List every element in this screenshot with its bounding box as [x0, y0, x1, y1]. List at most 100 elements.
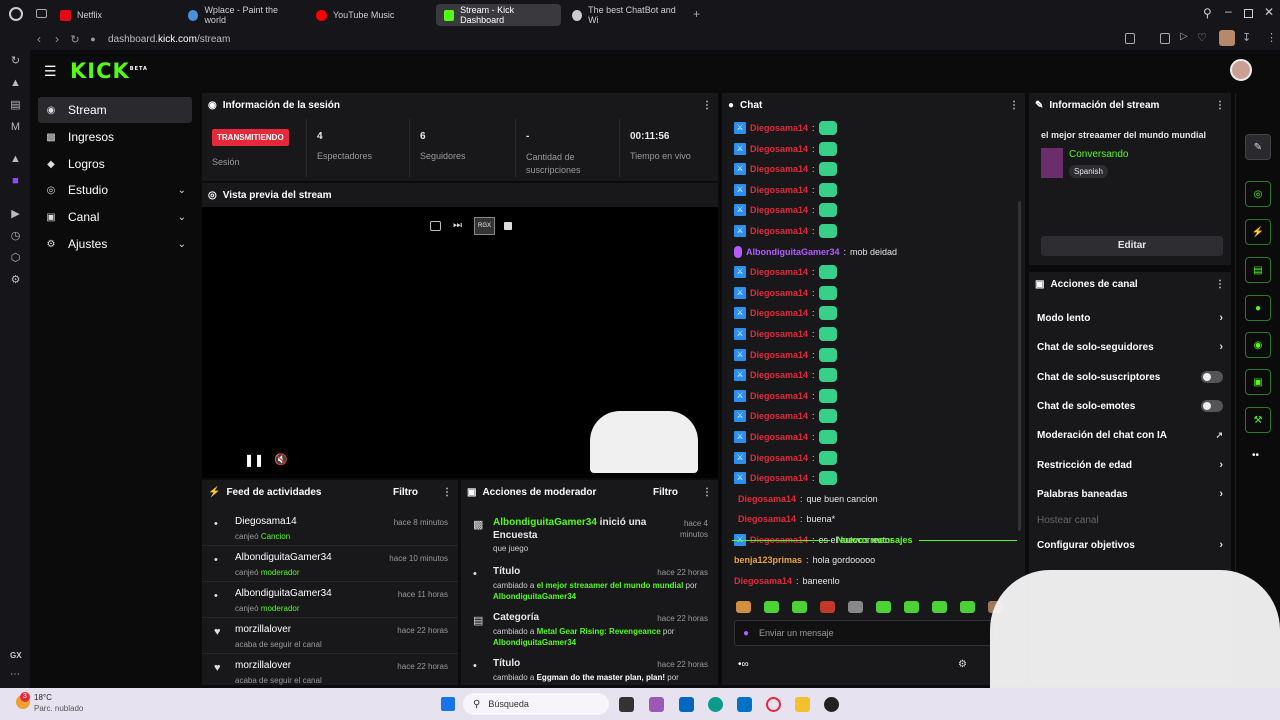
user-avatar[interactable] [1230, 59, 1252, 81]
chat-tool-button[interactable]: ● [1245, 295, 1271, 321]
tab-chatbot[interactable]: The best ChatBot and Wi [564, 4, 689, 26]
chat-username[interactable]: Diegosama14 [750, 226, 808, 236]
edit-layout-button[interactable]: ✎ [1245, 134, 1271, 160]
more-options-icon[interactable]: ⋮ [1215, 100, 1225, 111]
reload-button[interactable]: ↻ [66, 33, 84, 46]
banned-words-row[interactable]: Palabras baneadas › [1029, 480, 1231, 508]
emote-icon[interactable] [876, 601, 891, 613]
more-options-icon[interactable]: ⋮ [702, 100, 712, 111]
downloads-icon[interactable]: ↧ [1242, 31, 1251, 44]
slow-mode-row[interactable]: Modo lento › [1029, 304, 1231, 332]
aria-icon[interactable]: ▲ [9, 77, 22, 90]
emote-icon[interactable] [904, 601, 919, 613]
emote-icon[interactable] [848, 601, 863, 613]
notes-tool-button[interactable]: ▤ [1245, 257, 1271, 283]
nav-logros[interactable]: ◆ Logros [38, 151, 192, 177]
history-icon[interactable]: ↻ [9, 55, 22, 68]
edit-button[interactable]: Editar [1041, 236, 1223, 256]
settings-icon[interactable]: ⚙ [9, 274, 22, 287]
nav-canal[interactable]: ▣ Canal ⌄ [38, 204, 192, 230]
chat-username[interactable]: Diegosama14 [750, 267, 808, 277]
chat-username[interactable]: Diegosama14 [738, 494, 796, 504]
extensions-icon[interactable] [1125, 33, 1135, 44]
chat-username[interactable]: Diegosama14 [750, 205, 808, 215]
rgx-button[interactable]: RGX [474, 217, 496, 235]
nav-ingresos[interactable]: ▩ Ingresos [38, 124, 192, 150]
chat-username[interactable]: Diegosama14 [738, 514, 796, 524]
chat-username[interactable]: Diegosama14 [750, 432, 808, 442]
tab-netflix[interactable]: Netflix [52, 4, 177, 26]
tab-wplace[interactable]: Wplace - Paint the world [180, 4, 305, 26]
chat-settings-icon[interactable]: ⚙ [958, 659, 967, 670]
chat-username[interactable]: Diegosama14 [750, 453, 808, 463]
age-restriction-row[interactable]: Restricción de edad › [1029, 451, 1231, 479]
chat-username[interactable]: Diegosama14 [750, 370, 808, 380]
mute-icon[interactable]: 🔇 [274, 453, 288, 466]
opera-gx-icon[interactable] [766, 697, 781, 712]
ai-moderation-row[interactable]: Moderación del chat con IA ↗ [1029, 421, 1231, 449]
emote-icon[interactable] [932, 601, 947, 613]
more-options-icon[interactable]: ⋮ [1009, 100, 1019, 111]
session-tool-button[interactable]: ◉ [1245, 332, 1271, 358]
weather-desc[interactable]: Parc. nublado [34, 704, 83, 713]
chat-username[interactable]: Diegosama14 [750, 329, 808, 339]
filter-button[interactable]: Filtro [393, 487, 418, 498]
twitch-icon[interactable]: ■ [9, 175, 22, 188]
maximize-button[interactable] [1244, 9, 1253, 18]
back-button[interactable]: ‹ [30, 32, 48, 46]
heart-icon[interactable]: ♡ [1197, 31, 1207, 44]
play-icon[interactable]: ▷ [1180, 31, 1188, 42]
shield-icon[interactable] [1160, 33, 1170, 44]
tab-kick-dashboard[interactable]: Stream - Kick Dashboard [436, 4, 561, 26]
category-label[interactable]: Conversando [1069, 149, 1128, 160]
popout-icon[interactable] [430, 221, 441, 231]
new-tab-button[interactable]: + [693, 7, 700, 21]
weather-temp[interactable]: 18°C [34, 693, 52, 702]
nav-stream[interactable]: ◉ Stream [38, 97, 192, 123]
channel-tool-button[interactable]: ▣ [1245, 369, 1271, 395]
chat-username[interactable]: Diegosama14 [750, 123, 808, 133]
more-options-icon[interactable]: ⋮ [442, 487, 452, 498]
file-explorer-icon[interactable] [795, 697, 810, 712]
skip-icon[interactable]: ⏭ [453, 220, 462, 231]
chat-username[interactable]: Diegosama14 [750, 473, 808, 483]
outlook-icon[interactable] [737, 697, 752, 712]
steam-icon[interactable] [824, 697, 839, 712]
chat-username[interactable]: Diegosama14 [750, 350, 808, 360]
workspace-icon[interactable] [36, 9, 47, 18]
emote-icon[interactable] [960, 601, 975, 613]
gallery-icon[interactable]: ▤ [9, 99, 22, 112]
copilot-icon[interactable] [649, 697, 664, 712]
pause-icon[interactable]: ❚❚ [244, 453, 264, 467]
start-button[interactable] [441, 697, 455, 711]
chat-username[interactable]: Diegosama14 [750, 411, 808, 421]
nav-ajustes[interactable]: ⚙ Ajustes ⌄ [38, 231, 192, 257]
more-icon[interactable]: ⋯ [10, 669, 20, 680]
edge-icon[interactable] [708, 697, 723, 712]
mail-icon[interactable]: M [9, 121, 22, 134]
emotes-only-toggle[interactable] [1201, 400, 1223, 412]
task-view-icon[interactable] [619, 697, 634, 712]
chat-input[interactable]: ● Enviar un mensaje [734, 620, 996, 646]
chat-username[interactable]: Diegosama14 [750, 144, 808, 154]
emote-icon[interactable] [820, 601, 835, 613]
menu-icon[interactable]: ⋮ [1266, 31, 1277, 44]
nav-estudio[interactable]: ◎ Estudio ⌄ [38, 177, 192, 203]
close-window-button[interactable]: ✕ [1264, 5, 1274, 19]
chat-username[interactable]: Diegosama14 [750, 164, 808, 174]
minimize-button[interactable]: – [1225, 4, 1232, 18]
filter-button[interactable]: Filtro [653, 487, 678, 498]
theater-icon[interactable] [504, 222, 512, 230]
chat-username[interactable]: Diegosama14 [750, 288, 808, 298]
kick-sidebar-icon[interactable]: ▲ [9, 153, 22, 166]
emote-icon[interactable] [764, 601, 779, 613]
kick-logo[interactable]: KICKBETA [70, 59, 148, 83]
preview-tool-button[interactable]: ◎ [1245, 181, 1271, 207]
opera-logo-icon[interactable] [9, 7, 23, 21]
hamburger-menu-icon[interactable]: ☰ [44, 63, 57, 80]
tab-youtube-music[interactable]: YouTube Music [308, 4, 433, 26]
emote-icon[interactable] [736, 601, 751, 613]
goals-row[interactable]: Configurar objetivos › [1029, 531, 1231, 559]
kick-points-icon[interactable]: •∞ [738, 659, 749, 670]
url-field[interactable]: dashboard.kick.com/stream [108, 34, 230, 45]
